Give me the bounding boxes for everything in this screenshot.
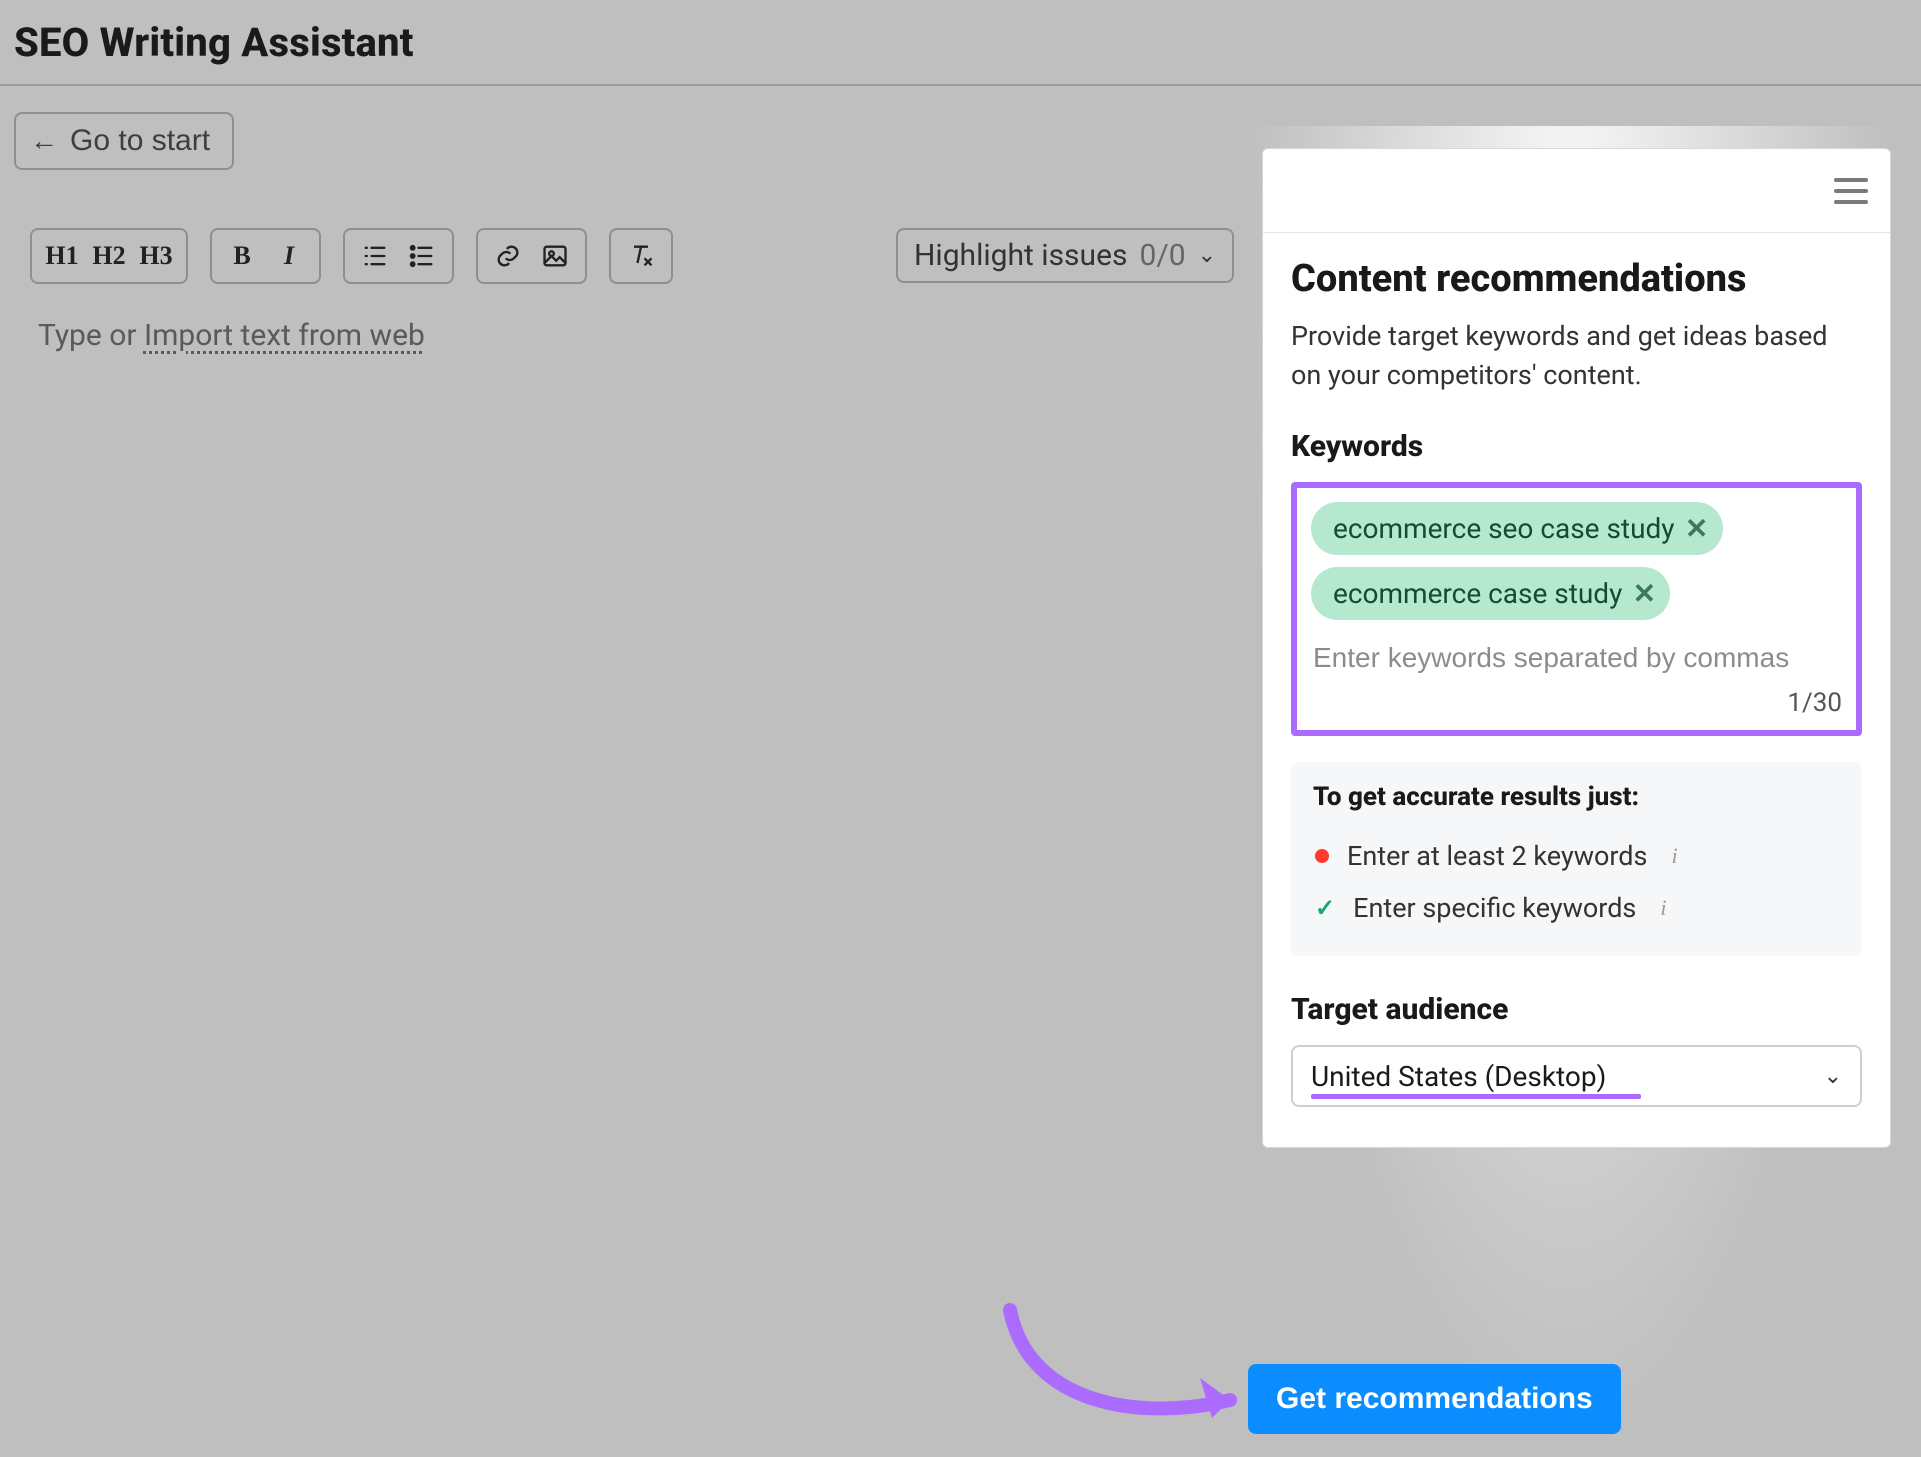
accuracy-item-text: Enter specific keywords (1353, 892, 1636, 924)
heading-group: H1 H2 H3 (30, 228, 188, 284)
unordered-list-icon (408, 242, 436, 270)
info-icon[interactable]: i (1660, 895, 1666, 921)
keyword-input[interactable] (1311, 634, 1842, 682)
target-audience-value: United States (Desktop) (1311, 1060, 1606, 1093)
clear-group (609, 228, 673, 284)
keyword-chip-label: ecommerce case study (1333, 577, 1622, 610)
info-icon[interactable]: i (1671, 843, 1677, 869)
remove-chip-button[interactable]: ✕ (1685, 517, 1709, 541)
unordered-list-button[interactable] (400, 234, 444, 278)
clear-format-button[interactable] (619, 234, 663, 278)
go-to-start-label: Go to start (70, 124, 210, 158)
panel-description: Provide target keywords and get ideas ba… (1291, 317, 1862, 395)
highlight-issues-button[interactable]: Highlight issues 0/0 ⌄ (896, 228, 1234, 283)
bold-button[interactable]: B (220, 234, 264, 278)
h2-button[interactable]: H2 (87, 234, 131, 278)
keyword-counter: 1/30 (1311, 688, 1842, 718)
clear-format-icon (627, 242, 655, 270)
panel-title: Content recommendations (1291, 257, 1862, 301)
h3-button[interactable]: H3 (134, 234, 178, 278)
target-audience-label: Target audience (1291, 992, 1862, 1027)
highlight-underline (1311, 1094, 1641, 1099)
chevron-down-icon: ⌄ (1824, 1064, 1842, 1089)
keyword-chip[interactable]: ecommerce seo case study ✕ (1311, 502, 1723, 555)
ordered-list-icon (361, 242, 389, 270)
keywords-label: Keywords (1291, 429, 1862, 464)
status-dot-red-icon (1315, 849, 1329, 863)
highlight-issues-count: 0/0 (1139, 238, 1185, 273)
check-icon: ✓ (1315, 894, 1335, 922)
h1-button[interactable]: H1 (40, 234, 84, 278)
accuracy-item-complete: ✓ Enter specific keywords i (1313, 882, 1840, 934)
keyword-chip[interactable]: ecommerce case study ✕ (1311, 567, 1670, 620)
page-title: SEO Writing Assistant (14, 19, 414, 66)
accuracy-hints: To get accurate results just: Enter at l… (1291, 762, 1862, 956)
link-button[interactable] (486, 234, 530, 278)
editor-placeholder-prefix: Type or (38, 318, 144, 353)
keyword-chip-label: ecommerce seo case study (1333, 512, 1675, 545)
keywords-box[interactable]: ecommerce seo case study ✕ ecommerce cas… (1291, 482, 1862, 736)
arrow-left-icon: ← (30, 127, 58, 155)
remove-chip-button[interactable]: ✕ (1632, 582, 1656, 606)
panel-menu-button[interactable] (1834, 178, 1868, 204)
highlight-issues-label: Highlight issues (914, 238, 1127, 273)
italic-button[interactable]: I (267, 234, 311, 278)
editor-placeholder[interactable]: Type or Import text from web (38, 318, 425, 353)
list-group (343, 228, 454, 284)
image-icon (541, 242, 569, 270)
annotation-arrow-icon (990, 1300, 1270, 1440)
image-button[interactable] (533, 234, 577, 278)
chevron-down-icon: ⌄ (1198, 243, 1216, 268)
ordered-list-button[interactable] (353, 234, 397, 278)
link-icon (494, 242, 522, 270)
get-recommendations-button[interactable]: Get recommendations (1248, 1364, 1621, 1434)
style-group: B I (210, 228, 321, 284)
accuracy-item-text: Enter at least 2 keywords (1347, 840, 1647, 872)
content-recommendations-panel: Content recommendations Provide target k… (1262, 148, 1891, 1148)
target-audience-select[interactable]: United States (Desktop) ⌄ (1291, 1045, 1862, 1107)
go-to-start-button[interactable]: ← Go to start (14, 112, 234, 170)
accuracy-title: To get accurate results just: (1313, 782, 1840, 812)
insert-group (476, 228, 587, 284)
import-text-link[interactable]: Import text from web (144, 318, 425, 353)
hamburger-icon (1834, 178, 1868, 182)
accuracy-item-incomplete: Enter at least 2 keywords i (1313, 830, 1840, 882)
